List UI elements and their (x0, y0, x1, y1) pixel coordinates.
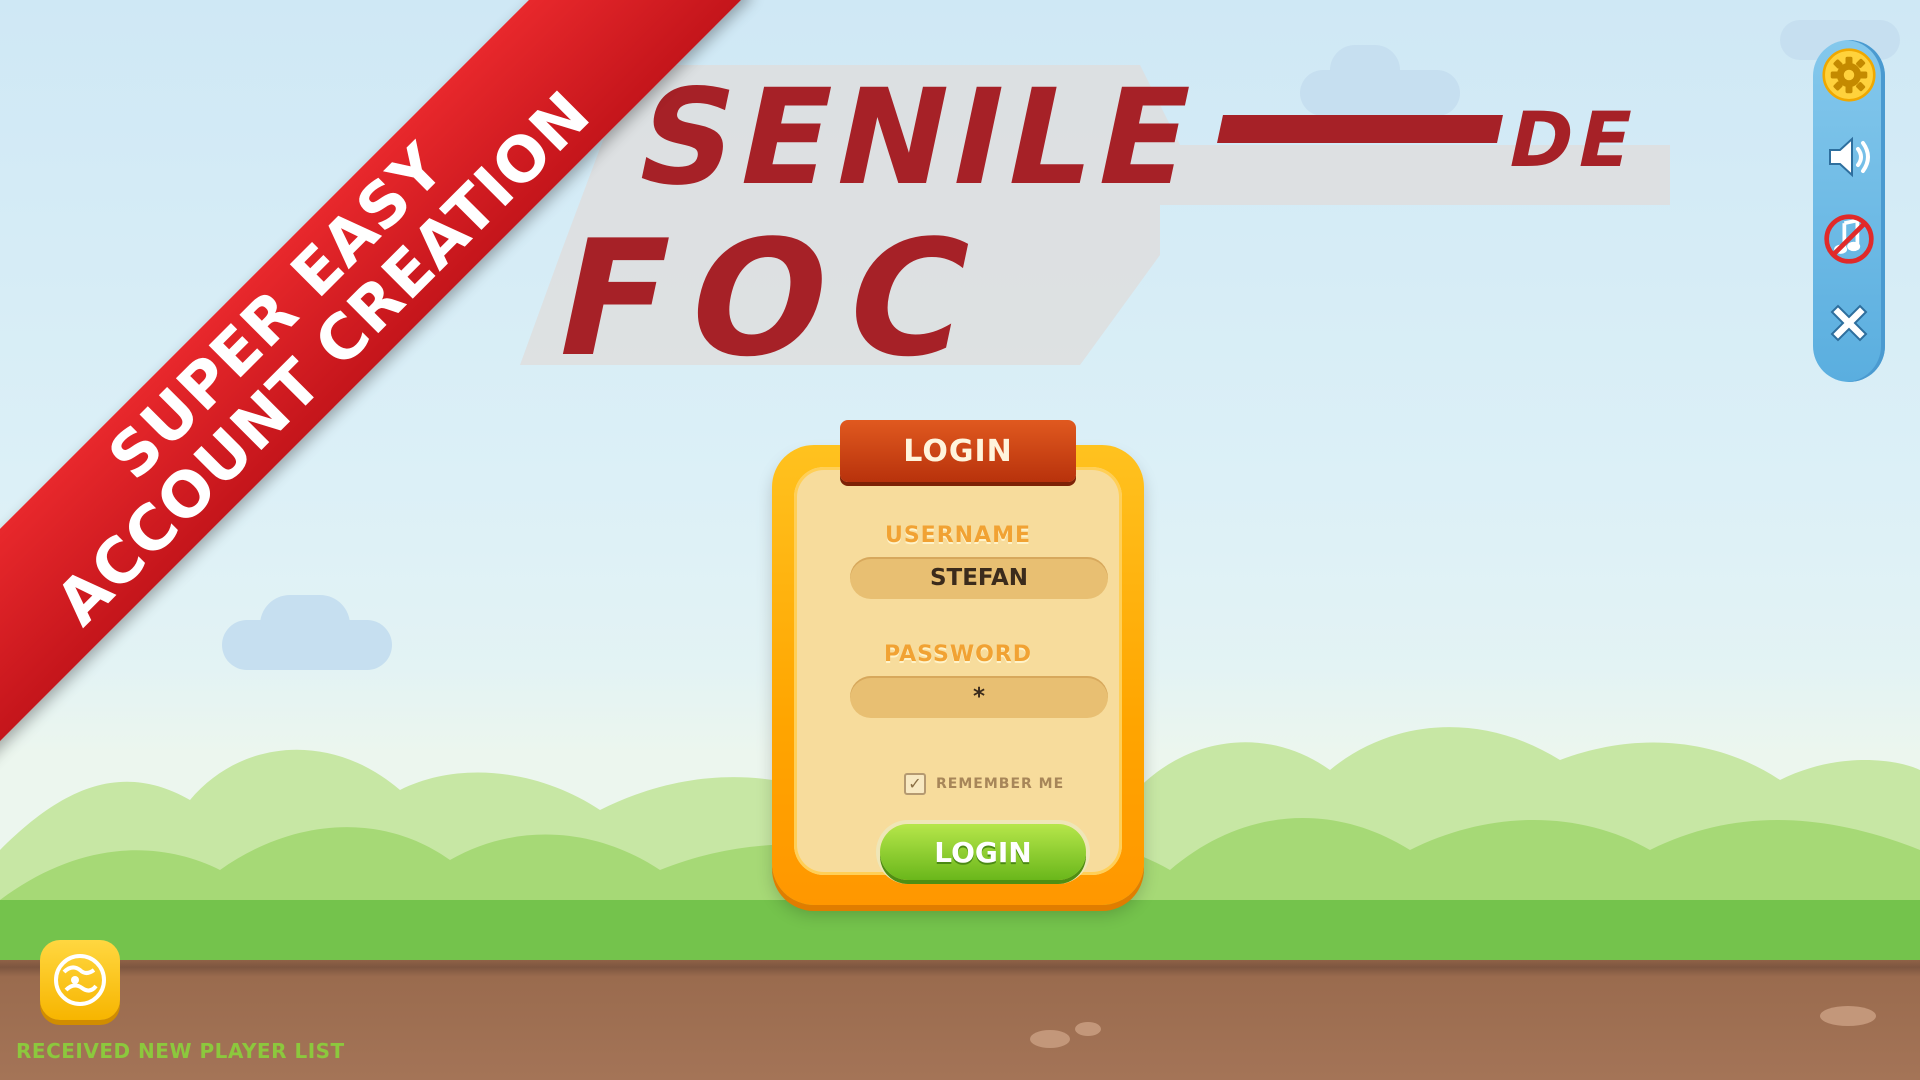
login-panel: USERNAME STEFAN PASSWORD * ✓ REMEMBER ME… (772, 445, 1144, 905)
logo-connector: DE (1500, 95, 1647, 184)
login-button[interactable]: LOGIN (880, 824, 1086, 880)
status-message: RECEIVED NEW PLAYER LIST (16, 1039, 345, 1063)
globe-icon (54, 954, 106, 1006)
cloud (260, 595, 350, 655)
music-muted-icon[interactable] (1822, 212, 1876, 266)
ground-pebble (1030, 1030, 1070, 1048)
remember-me-row[interactable]: ✓ REMEMBER ME (904, 773, 1064, 795)
login-panel-body: USERNAME STEFAN PASSWORD * ✓ REMEMBER ME… (794, 467, 1122, 880)
speaker-icon[interactable] (1822, 130, 1876, 184)
login-title: LOGIN (903, 433, 1013, 469)
remember-me-label: REMEMBER ME (936, 776, 1065, 792)
logo-line2: FOC (540, 205, 1009, 392)
username-input[interactable]: STEFAN (850, 557, 1108, 599)
network-button[interactable] (40, 940, 120, 1020)
gear-icon[interactable] (1822, 48, 1876, 102)
login-button-label: LOGIN (934, 835, 1032, 869)
password-label: PASSWORD (883, 642, 1032, 667)
ribbon-line2: ACCOUNT CREATION (41, 76, 605, 640)
password-input[interactable]: * (850, 676, 1108, 718)
username-label: USERNAME (884, 523, 1032, 548)
game-logo: SENILE DE FOC (520, 55, 1680, 392)
logo-connector-bar (1217, 115, 1503, 143)
remember-me-checkbox[interactable]: ✓ (904, 773, 926, 795)
ground-pebble (1075, 1022, 1101, 1036)
login-title-banner: LOGIN (840, 420, 1076, 482)
logo-line1: SENILE (623, 61, 1212, 215)
ground-pebble (1820, 1006, 1876, 1026)
close-icon[interactable] (1822, 296, 1876, 350)
